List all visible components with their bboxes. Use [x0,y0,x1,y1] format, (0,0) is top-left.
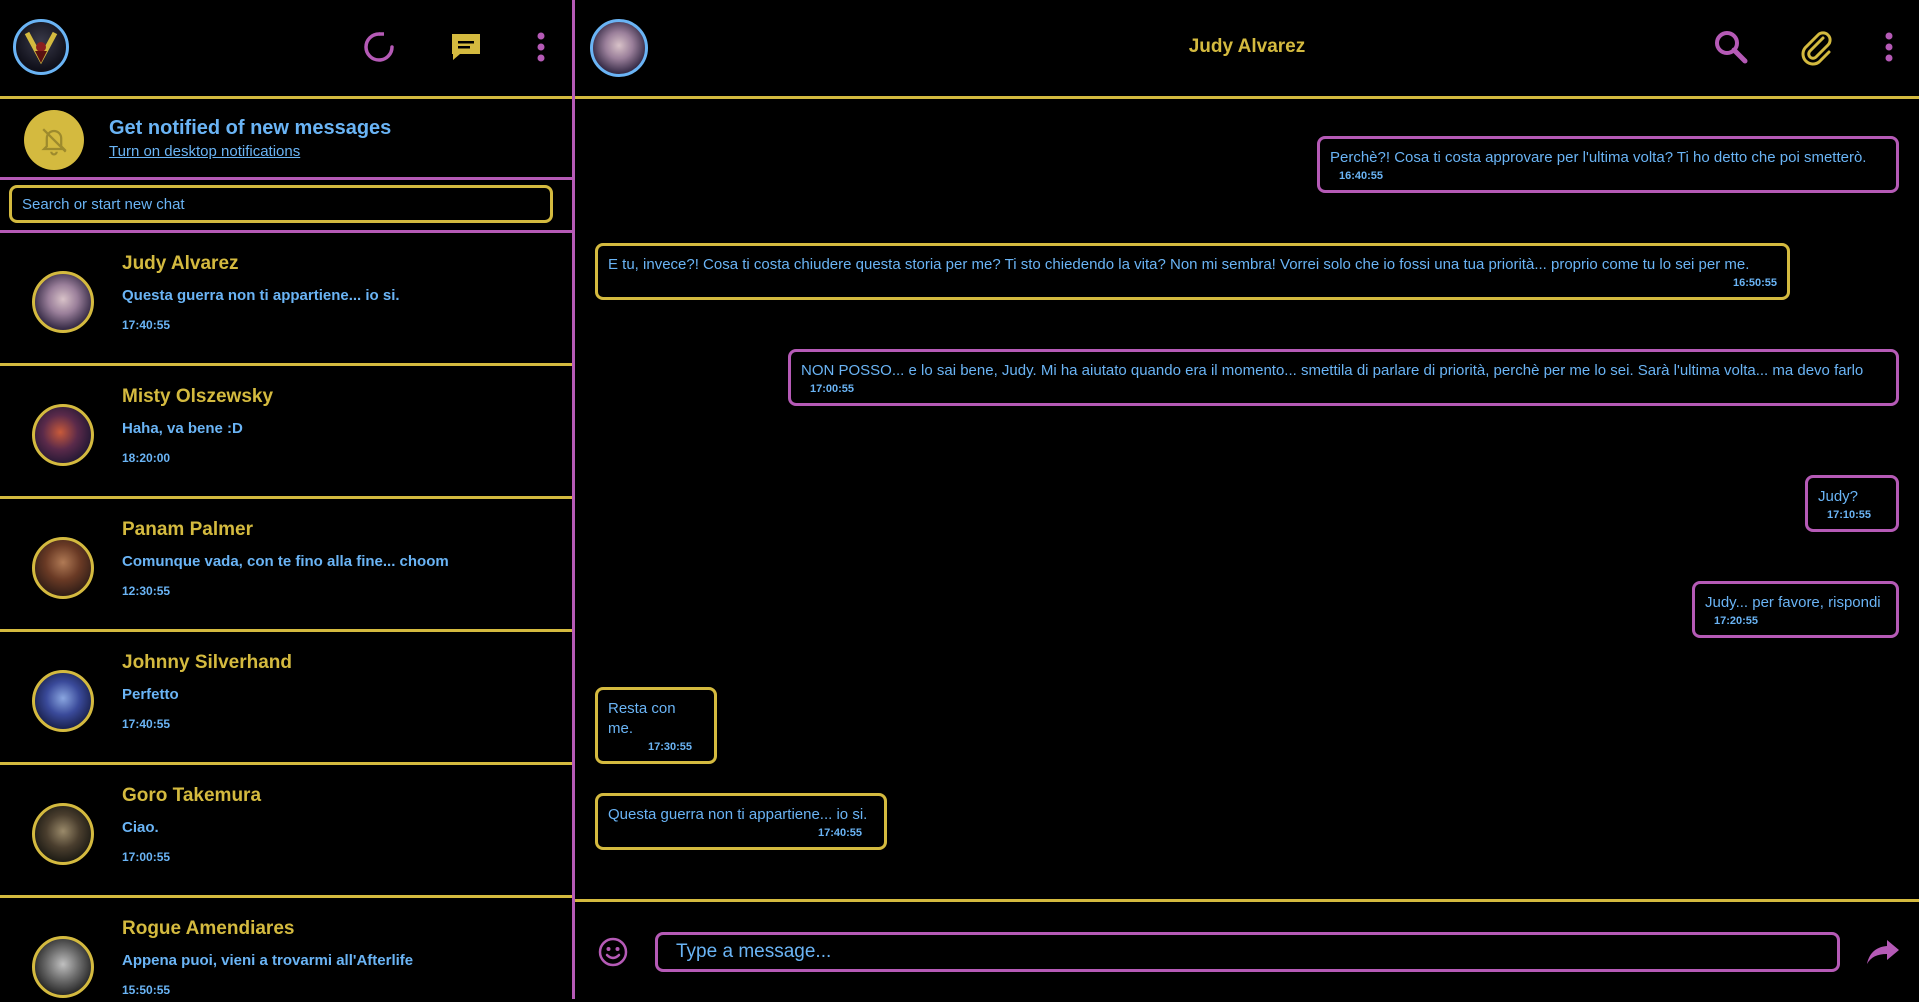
avatar [32,670,94,732]
avatar [32,803,94,865]
message-bubble-incoming: E tu, invece?! Cosa ti costa chiudere qu… [595,243,1790,300]
message-input[interactable] [655,932,1840,972]
chat-preview: Comunque vada, con te fino alla fine... … [122,553,449,570]
message-text: Questa guerra non ti appartiene... io si… [608,806,868,823]
message-time: 17:20:55 [1714,615,1759,627]
search-bar [0,180,572,233]
chat-time: 18:20:00 [122,451,171,465]
chat-time: 12:30:55 [122,584,171,598]
message-text: Resta con me. [608,700,676,737]
notification-banner: Get notified of new messages Turn on des… [0,99,572,180]
chat-name: Goro Takemura [122,785,262,806]
message-composer [575,899,1919,1002]
chat-time: 15:50:55 [122,983,171,997]
chat-name: Panam Palmer [122,519,253,540]
chat-time: 17:40:55 [122,318,171,332]
message-bubble-outgoing: Judy? 17:10:55 [1805,475,1899,532]
smiley-icon[interactable] [597,936,629,968]
chat-list-item[interactable]: Panam Palmer Comunque vada, con te fino … [0,499,572,632]
avatar [32,271,94,333]
refresh-icon[interactable] [360,28,398,66]
chat-list-item[interactable]: Misty Olszewsky Haha, va bene :D 18:20:0… [0,366,572,499]
message-bubble-outgoing: Judy... per favore, rispondi 17:20:55 [1692,581,1899,638]
conversation-panel: Judy Alvarez Perchè?! Cosa ti costa appr… [575,0,1919,999]
chat-time: 17:00:55 [122,850,171,864]
chat-name: Judy Alvarez [122,253,239,274]
chat-name: Rogue Amendiares [122,918,295,939]
chat-preview: Questa guerra non ti appartiene... io si… [122,287,400,304]
chat-time: 17:40:55 [122,717,171,731]
chat-list-item[interactable]: Goro Takemura Ciao. 17:00:55 [0,765,572,898]
message-list: Perchè?! Cosa ti costa approvare per l'u… [575,99,1919,899]
sidebar-header [0,0,572,99]
message-bubble-incoming: Resta con me. 17:30:55 [595,687,717,764]
sidebar: Get notified of new messages Turn on des… [0,0,572,999]
enable-notifications-link[interactable]: Turn on desktop notifications [109,143,300,160]
message-time: 17:00:55 [810,383,855,395]
message-time: 17:30:55 [647,741,692,753]
avatar [32,537,94,599]
chat-preview: Haha, va bene :D [122,420,243,437]
message-time: 16:40:55 [1339,170,1384,182]
chat-list-item[interactable]: Judy Alvarez Questa guerra non ti appart… [0,233,572,366]
my-avatar[interactable] [13,19,69,75]
bell-off-icon[interactable] [24,110,84,170]
avatar [32,936,94,998]
message-bubble-outgoing: NON POSSO... e lo sai bene, Judy. Mi ha … [788,349,1899,406]
chat-name: Misty Olszewsky [122,386,274,407]
message-text: E tu, invece?! Cosa ti costa chiudere qu… [608,256,1750,273]
chat-preview: Appena puoi, vieni a trovarmi all'Afterl… [122,952,414,969]
chat-list-item[interactable]: Johnny Silverhand Perfetto 17:40:55 [0,632,572,765]
conversation-header: Judy Alvarez [575,0,1919,99]
search-input[interactable] [9,185,553,223]
message-bubble-outgoing: Perchè?! Cosa ti costa approvare per l'u… [1317,136,1899,193]
more-vertical-icon[interactable] [522,28,560,66]
avatar [32,404,94,466]
message-bubble-incoming: Questa guerra non ti appartiene... io si… [595,793,887,850]
chat-list-item[interactable]: Rogue Amendiares Appena puoi, vieni a tr… [0,898,572,999]
message-time: 17:10:55 [1827,509,1872,521]
send-icon[interactable] [1865,936,1901,968]
message-text: Perchè?! Cosa ti costa approvare per l'u… [1330,149,1867,166]
message-text: Judy? [1818,488,1859,505]
more-vertical-icon[interactable] [1870,28,1908,66]
message-time: 16:50:55 [1732,277,1777,289]
message-time: 17:40:55 [817,827,862,839]
v-logo-icon [24,31,58,65]
notification-title: Get notified of new messages [109,117,392,139]
chat-preview: Perfetto [122,686,179,703]
chat-preview: Ciao. [122,819,159,836]
search-icon[interactable] [1712,28,1750,66]
chat-list: Judy Alvarez Questa guerra non ti appart… [0,233,572,999]
chat-icon[interactable] [447,28,485,66]
paperclip-icon[interactable] [1797,28,1835,66]
message-text: NON POSSO... e lo sai bene, Judy. Mi ha … [801,362,1864,379]
message-text: Judy... per favore, rispondi [1705,594,1881,611]
chat-name: Johnny Silverhand [122,652,292,673]
